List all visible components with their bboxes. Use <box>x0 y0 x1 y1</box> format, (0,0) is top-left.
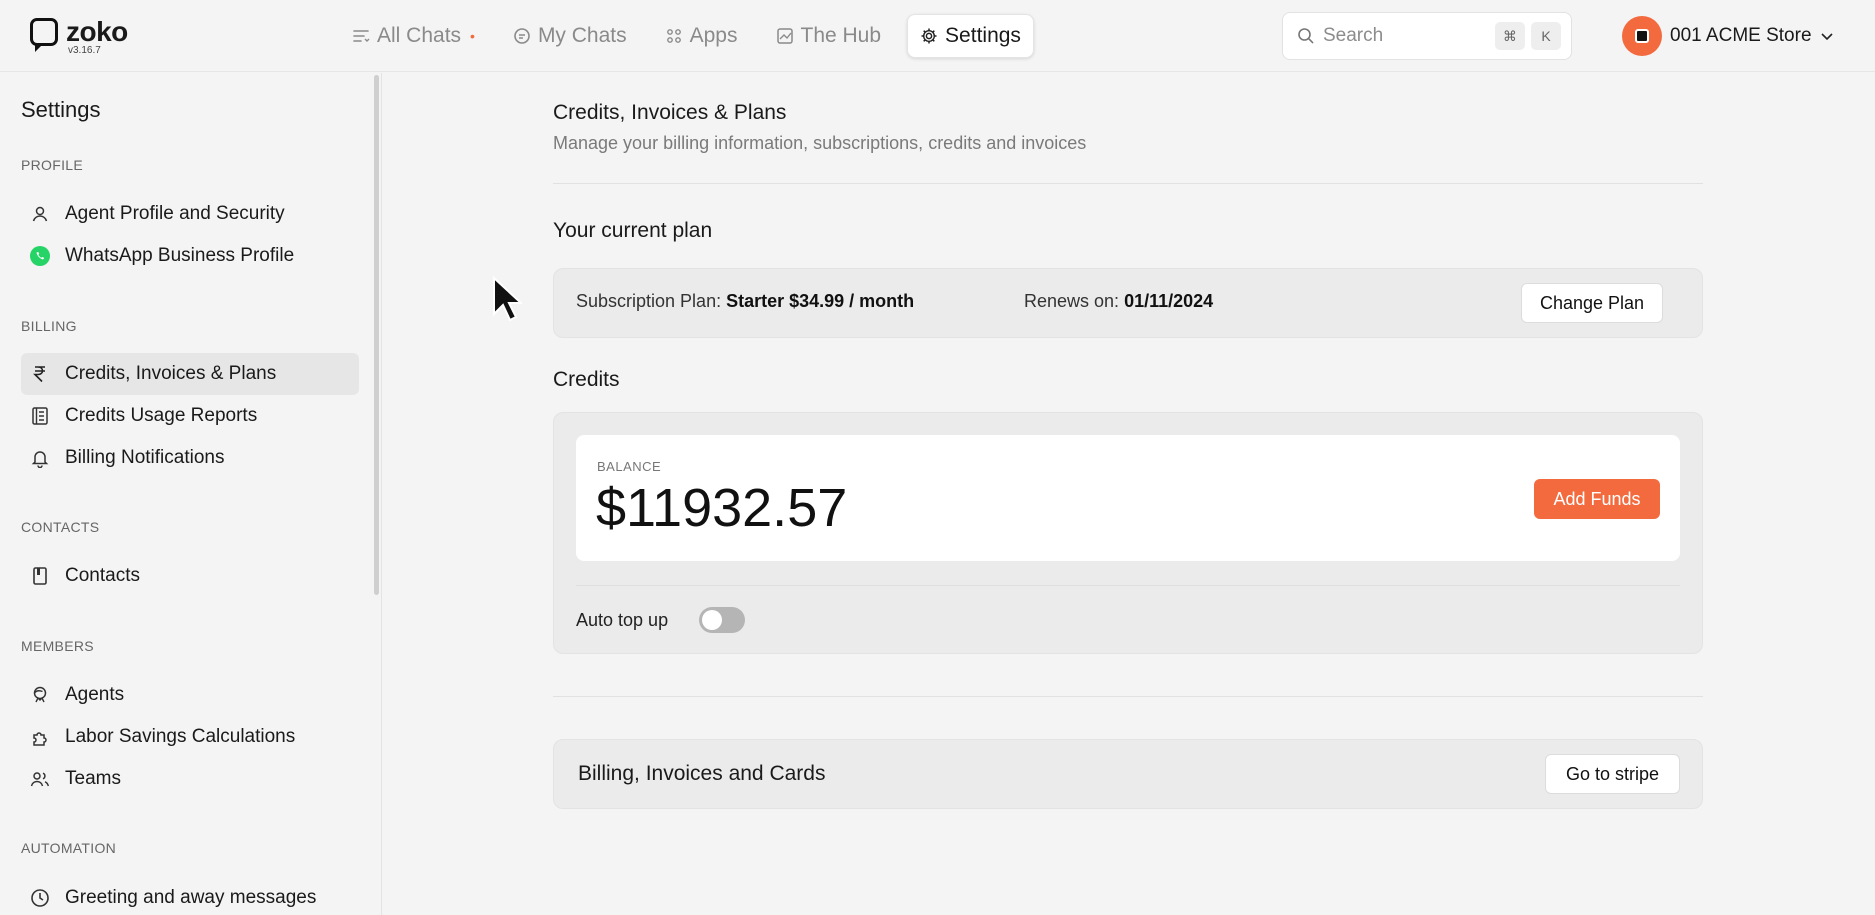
sidebar-item-label: Teams <box>65 768 121 789</box>
zoko-logo-icon <box>30 18 58 46</box>
renewal-value: 01/11/2024 <box>1124 291 1214 311</box>
sidebar-item-label: Labor Savings Calculations <box>65 726 296 747</box>
nav-all-chats[interactable]: All Chats • <box>340 14 487 58</box>
chat-icon <box>514 28 530 44</box>
sidebar-item-labor-savings[interactable]: Labor Savings Calculations <box>21 716 359 758</box>
nav-my-chats[interactable]: My Chats <box>501 14 639 58</box>
sidebar-item-label: Greeting and away messages <box>65 887 317 908</box>
credits-divider <box>576 585 1680 586</box>
chevron-down-icon <box>1820 33 1833 41</box>
nav-label: The Hub <box>800 24 882 47</box>
sidebar-item-label: Credits, Invoices & Plans <box>65 363 277 384</box>
section-billing: BILLING <box>21 318 77 334</box>
account-name: 001 ACME Store <box>1670 25 1812 46</box>
shortcut-key-cmd: ⌘ <box>1495 22 1525 50</box>
auto-top-up-toggle[interactable] <box>699 607 745 633</box>
section-profile: PROFILE <box>21 157 84 173</box>
list-icon <box>353 30 370 42</box>
account-switcher[interactable]: 001 ACME Store <box>1622 16 1834 56</box>
zoko-logo[interactable]: zoko v3.16.7 <box>30 16 140 58</box>
balance-card: BALANCE $11932.57 Add Funds <box>576 435 1680 561</box>
sidebar-item-label: Contacts <box>65 565 140 586</box>
chart-icon <box>776 28 793 44</box>
report-icon <box>29 405 51 427</box>
puzzle-icon <box>29 726 51 748</box>
contacts-book-icon <box>29 565 51 587</box>
logo-text: zoko <box>66 16 128 47</box>
sidebar-item-teams[interactable]: Teams <box>21 758 359 800</box>
sidebar-item-credits-invoices-plans[interactable]: Credits, Invoices & Plans <box>21 353 359 395</box>
search-input[interactable]: Search ⌘ K <box>1282 12 1572 60</box>
change-plan-button[interactable]: Change Plan <box>1521 283 1663 323</box>
section-contacts: CONTACTS <box>21 519 100 535</box>
subscription-plan-label: Subscription Plan: <box>576 291 727 311</box>
section-divider <box>553 696 1703 697</box>
renewal-label: Renews on: <box>1024 291 1125 311</box>
nav-the-hub[interactable]: The Hub <box>764 14 894 58</box>
sidebar-item-whatsapp-profile[interactable]: WhatsApp Business Profile <box>21 235 359 277</box>
auto-top-up-label: Auto top up <box>576 610 669 630</box>
main-nav: All Chats • My Chats Apps The Hub Settin… <box>340 14 1034 58</box>
user-icon <box>29 203 51 225</box>
gear-icon <box>921 28 937 44</box>
clock-icon <box>29 887 51 909</box>
sidebar-item-greeting-away[interactable]: Greeting and away messages <box>21 877 359 915</box>
section-members: MEMBERS <box>21 638 94 654</box>
team-icon <box>29 768 51 790</box>
bell-icon <box>29 447 51 469</box>
go-to-stripe-button[interactable]: Go to stripe <box>1545 754 1680 794</box>
sidebar-item-contacts[interactable]: Contacts <box>21 555 359 597</box>
search-placeholder: Search <box>1323 25 1384 46</box>
store-avatar <box>1622 16 1662 56</box>
search-icon <box>1298 28 1314 44</box>
apps-grid-icon <box>666 29 681 43</box>
rupee-icon <box>29 363 51 385</box>
toggle-knob <box>702 610 722 630</box>
settings-sidebar: Settings PROFILE Agent Profile and Secur… <box>0 73 382 915</box>
sidebar-title: Settings <box>21 97 101 122</box>
sidebar-item-label: Credits Usage Reports <box>65 405 258 426</box>
subscription-plan-value: Starter $34.99 / month <box>726 291 915 311</box>
add-funds-button[interactable]: Add Funds <box>1534 479 1660 519</box>
app-version: v3.16.7 <box>68 45 101 56</box>
current-plan-card: Subscription Plan: Starter $34.99 / mont… <box>553 268 1703 338</box>
page-subtitle: Manage your billing information, subscri… <box>553 133 1087 153</box>
sidebar-item-label: Agent Profile and Security <box>65 203 285 224</box>
nav-settings[interactable]: Settings <box>907 14 1034 58</box>
nav-apps[interactable]: Apps <box>653 14 750 58</box>
sidebar-item-billing-notifications[interactable]: Billing Notifications <box>21 437 359 479</box>
store-logo-icon <box>1635 29 1649 43</box>
subscription-plan: Subscription Plan: Starter $34.99 / mont… <box>576 291 914 312</box>
balance-value: $11932.57 <box>596 478 848 538</box>
unread-dot: • <box>470 28 475 44</box>
sidebar-item-credits-usage-reports[interactable]: Credits Usage Reports <box>21 395 359 437</box>
renewal-date: Renews on: 01/11/2024 <box>1024 291 1213 312</box>
sidebar-scrollbar[interactable] <box>374 75 379 595</box>
header-divider <box>553 183 1703 184</box>
shortcut-key-k: K <box>1531 22 1561 50</box>
sidebar-item-label: Agents <box>65 684 125 705</box>
sidebar-item-agent-profile[interactable]: Agent Profile and Security <box>21 193 359 235</box>
nav-label: My Chats <box>537 24 627 47</box>
credits-heading: Credits <box>553 368 620 391</box>
current-plan-heading: Your current plan <box>553 219 713 242</box>
nav-label: All Chats <box>377 24 462 47</box>
sidebar-item-label: Billing Notifications <box>65 447 225 468</box>
nav-label: Apps <box>689 24 738 47</box>
nav-label: Settings <box>945 24 1021 47</box>
sidebar-item-label: WhatsApp Business Profile <box>65 245 295 266</box>
balance-label: BALANCE <box>597 459 662 474</box>
page-title: Credits, Invoices & Plans <box>553 101 787 124</box>
credits-card: BALANCE $11932.57 Add Funds Auto top up <box>553 412 1703 654</box>
billing-card: Billing, Invoices and Cards Go to stripe <box>553 739 1703 809</box>
top-bar: zoko v3.16.7 All Chats • My Chats Apps T… <box>0 0 1875 72</box>
sidebar-item-agents[interactable]: Agents <box>21 674 359 716</box>
mouse-cursor-icon <box>493 276 522 322</box>
section-automation: AUTOMATION <box>21 840 117 856</box>
agent-icon <box>29 684 51 706</box>
billing-title: Billing, Invoices and Cards <box>578 762 826 785</box>
whatsapp-icon <box>29 245 51 267</box>
